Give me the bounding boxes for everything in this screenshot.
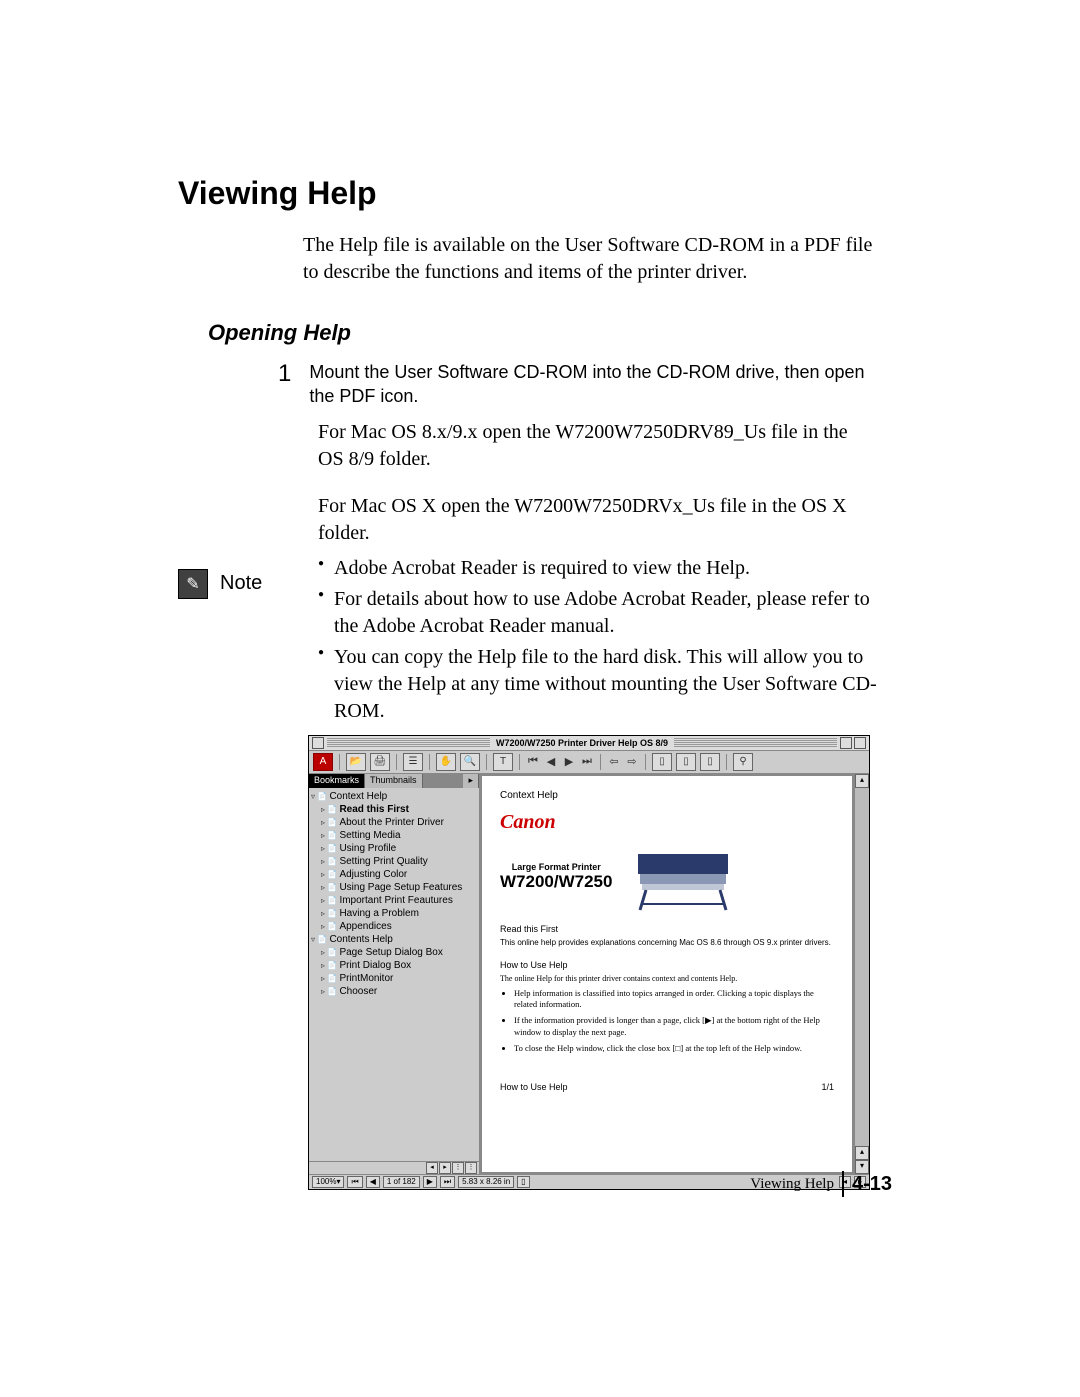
read-first-label: Read this First xyxy=(500,924,834,934)
thumbnails-tab[interactable]: Thumbnails xyxy=(365,774,423,788)
tree-node[interactable]: PrintMonitor xyxy=(327,973,393,984)
prev-page-icon[interactable]: ◀ xyxy=(544,754,558,770)
prev-page-btn[interactable]: ◀ xyxy=(366,1176,380,1188)
howto-bullet: Help information is classified into topi… xyxy=(514,988,834,1010)
note-icon: ✎ xyxy=(178,569,208,599)
page-layout-btn[interactable]: ▯ xyxy=(517,1176,529,1188)
tree-node[interactable]: Using Page Setup Features xyxy=(327,882,462,893)
find-icon[interactable]: ⚲ xyxy=(733,753,753,771)
large-format-label: Large Format Printer xyxy=(500,862,612,872)
print-icon[interactable]: 🖨 xyxy=(370,753,390,771)
context-help-label: Context Help xyxy=(500,790,834,801)
tree-node[interactable]: Having a Problem xyxy=(327,908,419,919)
note-item: You can copy the Help file to the hard d… xyxy=(318,644,878,725)
zoom-icon[interactable]: 🔍 xyxy=(460,753,480,771)
page-layout-3-icon[interactable]: ▯ xyxy=(700,753,720,771)
page-indicator: 1 of 182 xyxy=(383,1176,420,1188)
tree-node[interactable]: About the Printer Driver xyxy=(327,817,444,828)
zoom-level[interactable]: 100% ▾ xyxy=(312,1176,344,1188)
page-foot-left: How to Use Help xyxy=(500,1082,568,1092)
pdf-page: Context Help Canon Large Format Printer … xyxy=(482,776,852,1172)
sidebar-scroll-right-icon[interactable]: ▸ xyxy=(439,1162,451,1174)
bookmark-tree[interactable]: Context Help Read this First About the P… xyxy=(309,788,479,1161)
sidebar-scroll-left-icon[interactable]: ◂ xyxy=(426,1162,438,1174)
tree-node[interactable]: Contents Help xyxy=(317,934,393,945)
footer-label: Viewing Help xyxy=(750,1176,834,1193)
tree-node[interactable]: Using Profile xyxy=(327,843,396,854)
page-number: 4-13 xyxy=(852,1173,892,1196)
sidebar-resize2-icon[interactable]: ⋮ xyxy=(465,1162,477,1174)
toolbar: A 📂 🖨 ☰ ✋ 🔍 T ⏮ ◀ ▶ ⏭ ⇦ ⇨ ▯ ▯ ▯ ⚲ xyxy=(309,751,869,774)
howto-bullet: If the information provided is longer th… xyxy=(514,1015,834,1037)
window-title: W7200/W7250 Printer Driver Help OS 8/9 xyxy=(490,738,674,748)
page-title: Viewing Help xyxy=(178,175,878,212)
howto-bullet: To close the Help window, click the clos… xyxy=(514,1043,834,1054)
adobe-icon: A xyxy=(313,753,333,771)
howto-intro: The online Help for this printer driver … xyxy=(500,974,834,984)
page-layout-1-icon[interactable]: ▯ xyxy=(652,753,672,771)
first-page-btn[interactable]: ⏮ xyxy=(347,1176,362,1188)
tree-node[interactable]: Chooser xyxy=(327,986,377,997)
step-number: 1 xyxy=(278,362,291,386)
back-icon[interactable]: ⇦ xyxy=(607,754,621,770)
page-size: 5.83 x 8.26 in xyxy=(458,1176,514,1188)
scroll-up-icon[interactable]: ▴ xyxy=(855,774,869,788)
note-label: Note xyxy=(220,572,262,595)
hand-icon[interactable]: ✋ xyxy=(436,753,456,771)
tree-node[interactable]: Read this First xyxy=(327,804,409,815)
canon-logo: Canon xyxy=(500,811,834,834)
page-foot-right: 1/1 xyxy=(821,1082,834,1092)
printer-illustration xyxy=(628,842,738,912)
sidebar-resize-icon[interactable]: ⋮ xyxy=(452,1162,464,1174)
tree-node[interactable]: Print Dialog Box xyxy=(327,960,411,971)
collapse-box[interactable] xyxy=(854,737,866,749)
tree-node[interactable]: Adjusting Color xyxy=(327,869,407,880)
tree-node[interactable]: Important Print Feautures xyxy=(327,895,453,906)
first-page-icon[interactable]: ⏮ xyxy=(526,754,540,770)
next-page-icon[interactable]: ▶ xyxy=(562,754,576,770)
open-icon[interactable]: 📂 xyxy=(346,753,366,771)
page-layout-2-icon[interactable]: ▯ xyxy=(676,753,696,771)
tree-node[interactable]: Page Setup Dialog Box xyxy=(327,947,443,958)
document-footer: Viewing Help 4-13 xyxy=(750,1171,892,1197)
howto-heading: How to Use Help xyxy=(500,960,834,970)
note-list: Adobe Acrobat Reader is required to view… xyxy=(318,555,878,725)
note-item: Adobe Acrobat Reader is required to view… xyxy=(318,555,878,582)
text-select-icon[interactable]: T xyxy=(493,753,513,771)
note-item: For details about how to use Adobe Acrob… xyxy=(318,586,878,640)
next-page-btn[interactable]: ▶ xyxy=(423,1176,437,1188)
last-page-btn[interactable]: ⏭ xyxy=(440,1176,455,1188)
window-titlebar: W7200/W7250 Printer Driver Help OS 8/9 xyxy=(309,736,869,751)
bookmarks-sidebar: Bookmarks Thumbnails ▸ Context Help Read… xyxy=(309,774,480,1174)
forward-icon[interactable]: ⇨ xyxy=(625,754,639,770)
step-detail-2: For Mac OS X open the W7200W7250DRVx_Us … xyxy=(318,493,878,547)
tree-node[interactable]: Appendices xyxy=(327,921,391,932)
vertical-scrollbar[interactable]: ▴ ▴ ▾ xyxy=(854,774,869,1174)
acrobat-window: W7200/W7250 Printer Driver Help OS 8/9 A… xyxy=(308,735,870,1190)
close-box[interactable] xyxy=(312,737,324,749)
tree-node[interactable]: Setting Media xyxy=(327,830,400,841)
step-instruction: Mount the User Software CD-ROM into the … xyxy=(309,360,878,409)
scroll-up2-icon[interactable]: ▴ xyxy=(855,1146,869,1160)
tree-node[interactable]: Setting Print Quality xyxy=(327,856,428,867)
tree-node[interactable]: Context Help xyxy=(317,791,387,802)
bookmarks-icon[interactable]: ☰ xyxy=(403,753,423,771)
last-page-icon[interactable]: ⏭ xyxy=(580,754,594,770)
intro-paragraph: The Help file is available on the User S… xyxy=(303,232,878,286)
zoom-box[interactable] xyxy=(840,737,852,749)
step-detail-1: For Mac OS 8.x/9.x open the W7200W7250DR… xyxy=(318,419,878,473)
help-description: This online help provides explanations c… xyxy=(500,938,834,948)
section-heading: Opening Help xyxy=(208,320,878,346)
bookmarks-tab[interactable]: Bookmarks xyxy=(309,774,365,788)
model-label: W7200/W7250 xyxy=(500,872,612,892)
sidebar-menu-icon[interactable]: ▸ xyxy=(463,774,479,788)
